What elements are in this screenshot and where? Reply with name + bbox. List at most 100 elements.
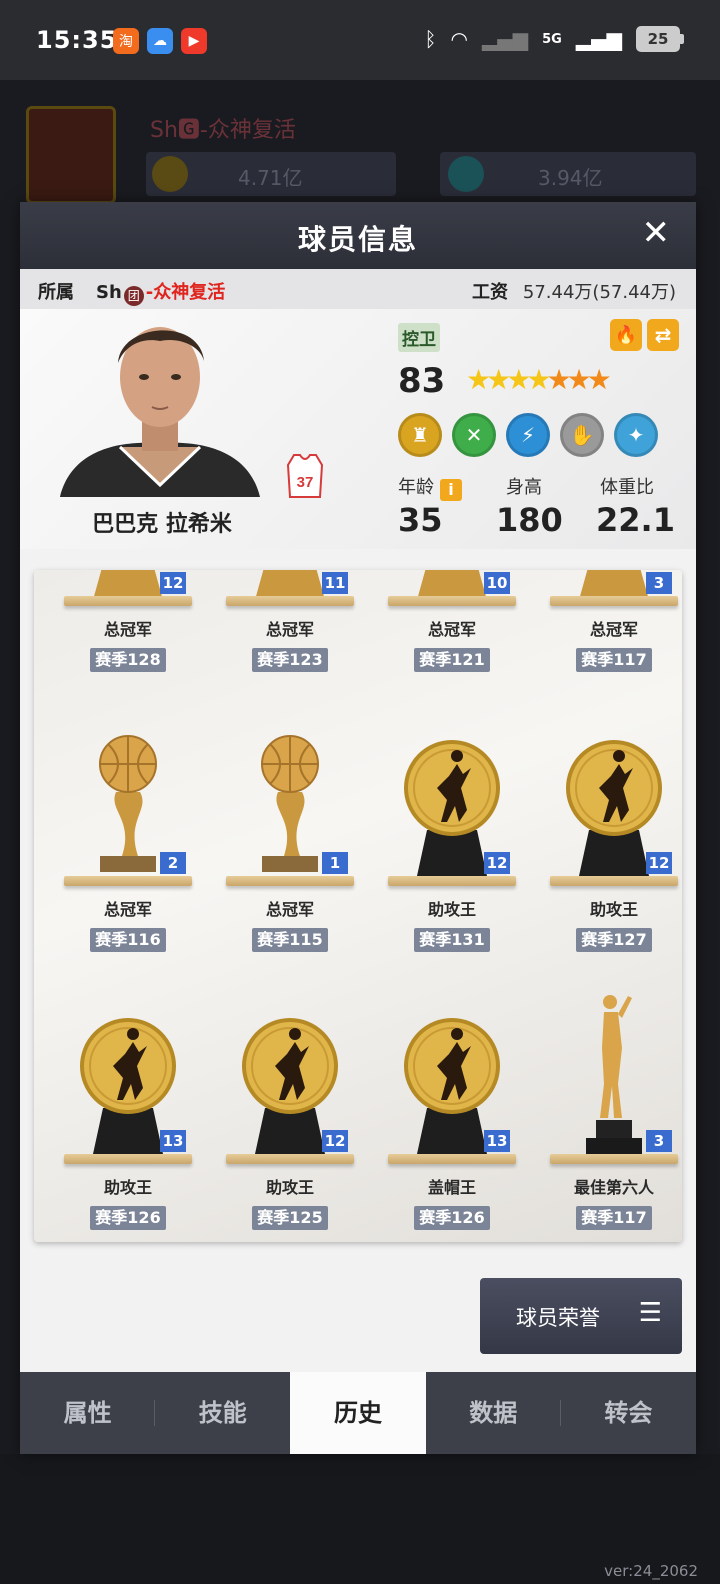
star-icon: ★ [486, 363, 511, 396]
trophy-name: 助攻王 [589, 900, 638, 919]
honor-label: 球员荣誉 [516, 1306, 600, 1330]
player-info-dialog: 球员信息 ✕ 所属 Sh 团 -众神复活 工资 57.44万(57.44万) 37 … [20, 202, 696, 1454]
weight-value: 22.1 [596, 501, 675, 539]
skill-badges: ♜ ✕ ⚡ ✋ ✦ [398, 413, 658, 457]
height-label: 身高 [506, 477, 542, 498]
trophy-name: 助攻王 [427, 900, 476, 919]
swap-button[interactable]: ⇄ [647, 319, 679, 351]
trophy-shelf [64, 1154, 192, 1164]
trophy-shelf [388, 1154, 516, 1164]
x-badge-icon[interactable]: ✕ [452, 413, 496, 457]
weight-label: 体重比 [600, 477, 654, 498]
player-honor-button[interactable]: 球员荣誉 ☰ [480, 1278, 682, 1354]
trophy-name: 总冠军 [265, 900, 314, 919]
status-bar: 15:35 淘 ☁ ▶ ᛒ ◠ ▂▄▆ 5G ▂▄▆ 25 [0, 0, 720, 80]
tab-2[interactable]: 历史 [290, 1372, 426, 1454]
wage-label: 工资 [472, 282, 508, 303]
team-name: Sh 团 -众神复活 [96, 278, 225, 306]
age-label-wrap: 年龄 i [398, 473, 462, 501]
star-icon: ★ [586, 363, 612, 396]
signal-strong-icon: ▂▄▆ [575, 27, 622, 51]
star-icon: ★ [526, 363, 551, 396]
clock: 15:35 [36, 26, 118, 54]
trophy-shelf [64, 876, 192, 886]
tab-label: 转会 [604, 1399, 653, 1427]
trophy-item[interactable]: 3 最佳第六人 赛季117 [540, 948, 682, 1230]
trophy-item[interactable]: 11 总冠军 赛季123 [216, 570, 376, 672]
trophy-list[interactable]: 12 总冠军 赛季128 11 总冠军 赛季123 10 总冠军 赛季121 3 总冠军 赛季117 2… [34, 570, 682, 1242]
trophy-season: 赛季123 [252, 648, 328, 672]
trophy-shelf [388, 596, 516, 606]
trophy-count: 12 [484, 852, 510, 874]
star-icon: ★ [546, 363, 571, 396]
team-logo [26, 106, 116, 204]
dialog-title: 球员信息 [297, 223, 418, 256]
tab-4[interactable]: 转会 [561, 1372, 696, 1454]
trophy-season: 赛季121 [414, 648, 490, 672]
age-label: 年龄 [398, 477, 434, 498]
trophy-item[interactable]: 12 总冠军 赛季128 [54, 570, 214, 672]
star-icon: ★ [506, 363, 531, 396]
team-badge-icon: 团 [123, 286, 144, 306]
trophy-item[interactable]: 12 助攻王 赛季131 [378, 670, 538, 952]
close-button[interactable]: ✕ [642, 216, 671, 250]
trophy-count: 1 [322, 852, 348, 874]
gray-badge-icon[interactable]: ✋ [560, 413, 604, 457]
trophy-count: 2 [160, 852, 186, 874]
trophy-item[interactable]: 13 助攻王 赛季126 [54, 948, 214, 1230]
trophy-shelf [226, 876, 354, 886]
trophy-item[interactable]: 10 总冠军赛季121 [378, 570, 538, 672]
trophy-shelf [226, 1154, 354, 1164]
svg-text:37: 37 [297, 474, 314, 491]
trophy-item[interactable]: 12 助攻王 赛季127 [540, 670, 682, 952]
trophy-name: 总冠军 [427, 620, 476, 639]
defender-badge-icon[interactable]: ♜ [398, 413, 442, 457]
trophy-item[interactable]: 13 盖帽王 赛季126 [378, 948, 538, 1230]
position-tag: 控卫 [398, 323, 440, 352]
diamond-icon [448, 156, 484, 192]
trophy-item[interactable]: 12 助攻王赛季125 [216, 948, 376, 1230]
team-wage-bar: 所属 Sh 团 -众神复活 工资 57.44万(57.44万) [20, 269, 696, 309]
trophy-name: 总冠军 [265, 620, 314, 639]
signal-5g-icon: 5G [542, 31, 562, 47]
trophy-shelf [388, 876, 516, 886]
trophy-count: 10 [484, 572, 510, 594]
trophy-item[interactable]: 2 总冠军 赛季116 [54, 670, 214, 952]
team-label: 所属 [38, 282, 74, 303]
info-icon[interactable]: i [440, 479, 462, 501]
trophy-season: 赛季117 [576, 648, 652, 672]
trophy-count: 12 [160, 572, 186, 594]
tab-1[interactable]: 技能 [155, 1372, 290, 1454]
diamond-value: 3.94亿 [538, 166, 603, 190]
blue-badge-icon[interactable]: ✦ [614, 413, 658, 457]
trophy-name: 最佳第六人 [573, 1178, 654, 1197]
notification-apps: 淘 ☁ ▶ [113, 28, 207, 54]
trophy-count: 13 [484, 1130, 510, 1152]
trophy-season: 赛季125 [252, 1206, 328, 1230]
trophy-item[interactable]: 3 总冠军 赛季117 [540, 570, 682, 672]
trophy-name: 助攻王 [103, 1178, 152, 1197]
lightning-badge-icon[interactable]: ⚡ [506, 413, 550, 457]
trophy-name: 助攻王 [265, 1178, 314, 1197]
tab-label: 技能 [198, 1399, 247, 1427]
wage-value: 57.44万(57.44万) [522, 282, 676, 303]
trophy-item[interactable]: 1 总冠军 赛季115 [216, 670, 376, 952]
fire-button[interactable]: 🔥 [610, 319, 642, 351]
signal-icon: ▂▄▆ [481, 27, 529, 51]
coin-icon [152, 156, 188, 192]
trophy-name: 总冠军 [589, 620, 638, 639]
trophy-count: 12 [646, 852, 672, 874]
trophy-shelf [550, 596, 678, 606]
tab-3[interactable]: 数据 [426, 1372, 561, 1454]
trophy-shelf [226, 596, 354, 606]
trophy-name: 总冠军 [103, 900, 152, 919]
weather-icon: ☁ [147, 28, 173, 54]
tab-0[interactable]: 属性 [20, 1372, 156, 1454]
trophy-name: 总冠军 [103, 620, 152, 639]
trophy-count: 12 [322, 1130, 348, 1152]
coin-value: 4.71亿 [238, 166, 303, 190]
trophy-season: 赛季117 [576, 1206, 652, 1230]
player-portrait [60, 327, 260, 497]
taobao-icon: 淘 [113, 28, 139, 54]
team-name-dimmed: Sh🅶-众神复活 [150, 118, 296, 143]
